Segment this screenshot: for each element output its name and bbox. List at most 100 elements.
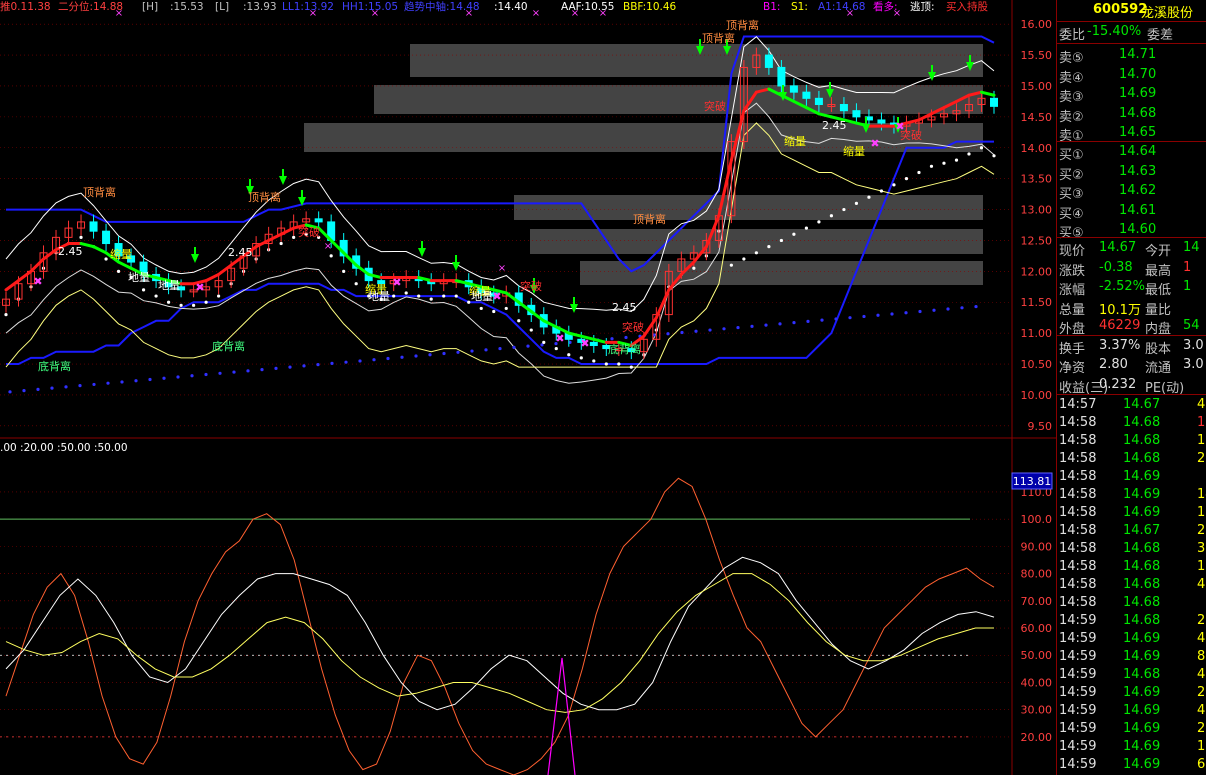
tick-row-3-cell-2: 2 xyxy=(1197,451,1206,466)
support-dot-27 xyxy=(386,356,390,361)
stat-row-2-cell-1: -2.52% xyxy=(1099,279,1145,294)
annotation-25: 2.45 xyxy=(822,119,847,132)
stat-row-4: 外盘 46229 内盘 54 xyxy=(1057,317,1206,337)
trail-dot-41 xyxy=(517,319,521,323)
support-dot-1 xyxy=(22,389,26,393)
trail-dot-72 xyxy=(904,177,909,181)
support-dot-48 xyxy=(680,330,684,335)
tick-row-10-cell-1: 14.68 xyxy=(1123,577,1161,592)
support-dot-2 xyxy=(36,387,40,391)
tick-row-20: 14:59 14.69 6 xyxy=(1057,756,1206,775)
support-dot-9 xyxy=(134,379,138,383)
trail-dot-65 xyxy=(817,220,821,224)
tick-row-19-cell-0: 14:59 xyxy=(1059,739,1097,754)
trail-dot-38 xyxy=(479,306,483,311)
trail-dot-45 xyxy=(567,353,571,357)
trail-dot-34 xyxy=(429,297,433,301)
tick-row-0-cell-2: 4 xyxy=(1197,397,1206,412)
tick-row-7: 14:58 14.67 20 xyxy=(1057,522,1206,541)
legend-item-11: BBF:10.46 xyxy=(623,1,677,13)
stat-row-1-cell-1: -0.38 xyxy=(1099,259,1133,275)
legend-item-9: :14.40 xyxy=(494,1,528,13)
support-dot-15 xyxy=(218,371,222,375)
trail-dot-33 xyxy=(417,294,421,298)
legend-item-2: [H] xyxy=(142,1,158,13)
support-dot-11 xyxy=(162,376,166,380)
tick-row-17-cell-1: 14.69 xyxy=(1123,703,1161,718)
legend-item-12: B1: xyxy=(763,1,780,13)
price-tick-12: 10.00 xyxy=(1021,389,1053,402)
annotation-18: 地量 xyxy=(128,271,150,284)
trail-dot-75 xyxy=(942,161,946,165)
support-dot-6 xyxy=(92,382,96,387)
tick-row-1: 14:58 14.68 1 xyxy=(1057,414,1206,433)
support-dot-23 xyxy=(330,361,334,366)
tick-row-11-cell-1: 14.68 xyxy=(1123,595,1161,610)
stat-row-5-cell-3: 3.0 xyxy=(1183,337,1204,353)
tick-row-11: 14:58 14.68 xyxy=(1057,594,1206,613)
candle-body-79 xyxy=(990,97,998,107)
trail-dot-43 xyxy=(542,340,546,345)
legend-item-4: [L] xyxy=(215,1,229,13)
bid-row-0-cell-1: 14.64 xyxy=(1119,144,1157,159)
chart-area: 推0.11.38 二分位:14.88 [H]:15.53 [L]:13.93 LL1:1… xyxy=(0,0,1056,775)
support-dot-28 xyxy=(400,355,404,359)
tick-row-12: 14:59 14.68 2 xyxy=(1057,612,1206,631)
tick-row-20-cell-2: 6 xyxy=(1197,757,1206,772)
ind-tick-6: 50.00 xyxy=(1021,649,1053,662)
ask-row-3-cell-1: 14.68 xyxy=(1119,105,1157,121)
tick-row-5-cell-0: 14:58 xyxy=(1059,487,1097,502)
tick-row-1-cell-1: 14.68 xyxy=(1123,415,1161,430)
tick-row-17: 14:59 14.69 4 xyxy=(1057,702,1206,721)
tick-row-10-cell-2: 4 xyxy=(1197,577,1206,592)
stat-row-5-cell-2: 股本 xyxy=(1145,341,1172,357)
support-dot-49 xyxy=(694,329,698,333)
support-dot-51 xyxy=(722,327,726,331)
annotation-9: 突破 xyxy=(520,279,542,293)
stat-row-3: 总量 10.1万 量比 xyxy=(1057,298,1206,318)
support-dot-64 xyxy=(904,311,908,315)
tick-row-14: 14:59 14.69 8 xyxy=(1057,648,1206,667)
mark-cross-y-5: × xyxy=(571,8,579,19)
mark-cross-m-4: ✖ xyxy=(555,332,564,345)
stat-row-6-cell-1: 2.80 xyxy=(1099,357,1128,372)
trail-dot-49 xyxy=(617,362,621,366)
trail-dot-42 xyxy=(529,328,533,332)
ind-series-0 xyxy=(5,477,995,775)
support-dot-5 xyxy=(78,384,82,388)
tick-row-4: 14:58 14.69 xyxy=(1057,468,1206,487)
trail-dot-39 xyxy=(492,309,496,314)
stock-header-cell-1: 龙溪股份 xyxy=(1141,6,1194,21)
trend-seg-7 xyxy=(79,242,96,249)
support-dot-54 xyxy=(764,323,768,327)
ind-tick-7: 40.00 xyxy=(1021,676,1053,689)
bid-row-1-cell-0: 买② xyxy=(1059,167,1084,183)
trail-dot-79 xyxy=(992,154,996,158)
trail-dot-47 xyxy=(592,359,596,363)
price-tick-13: 9.50 xyxy=(1028,420,1053,433)
stat-row-6: 净资 2.80 流通 3.0 xyxy=(1057,356,1206,376)
tick-row-14-cell-0: 14:59 xyxy=(1059,649,1097,664)
indicator-legend: .00 :20.00 :50.00 :50.00 xyxy=(0,442,128,454)
support-dot-32 xyxy=(456,350,460,354)
signal-arrow-0 xyxy=(279,176,287,185)
stat-row-1-cell-3: 1 xyxy=(1183,259,1192,275)
trail-dot-59 xyxy=(742,257,746,261)
stat-row-0-cell-1: 14.67 xyxy=(1099,240,1137,255)
annotation-13: 缩量 xyxy=(110,248,132,261)
annotation-12: 突破 xyxy=(900,128,922,142)
trail-dot-61 xyxy=(767,245,771,249)
ind-tick-9: 20.00 xyxy=(1021,731,1053,744)
annotation-20: 地量 xyxy=(368,290,390,303)
tick-row-17-cell-0: 14:59 xyxy=(1059,703,1097,718)
price-tick-2: 15.00 xyxy=(1021,80,1053,93)
trend-seg-3 xyxy=(29,257,46,273)
mark-cross-y-4: × xyxy=(532,8,540,19)
trail-dot-16 xyxy=(204,300,208,304)
support-dot-36 xyxy=(512,345,516,349)
trend-seg-8 xyxy=(92,245,108,255)
annotation-8: 突破 xyxy=(298,225,320,239)
mark-cross-y-0: × xyxy=(324,241,332,252)
trend-seg-22 xyxy=(267,232,283,242)
support-dot-31 xyxy=(442,351,446,356)
